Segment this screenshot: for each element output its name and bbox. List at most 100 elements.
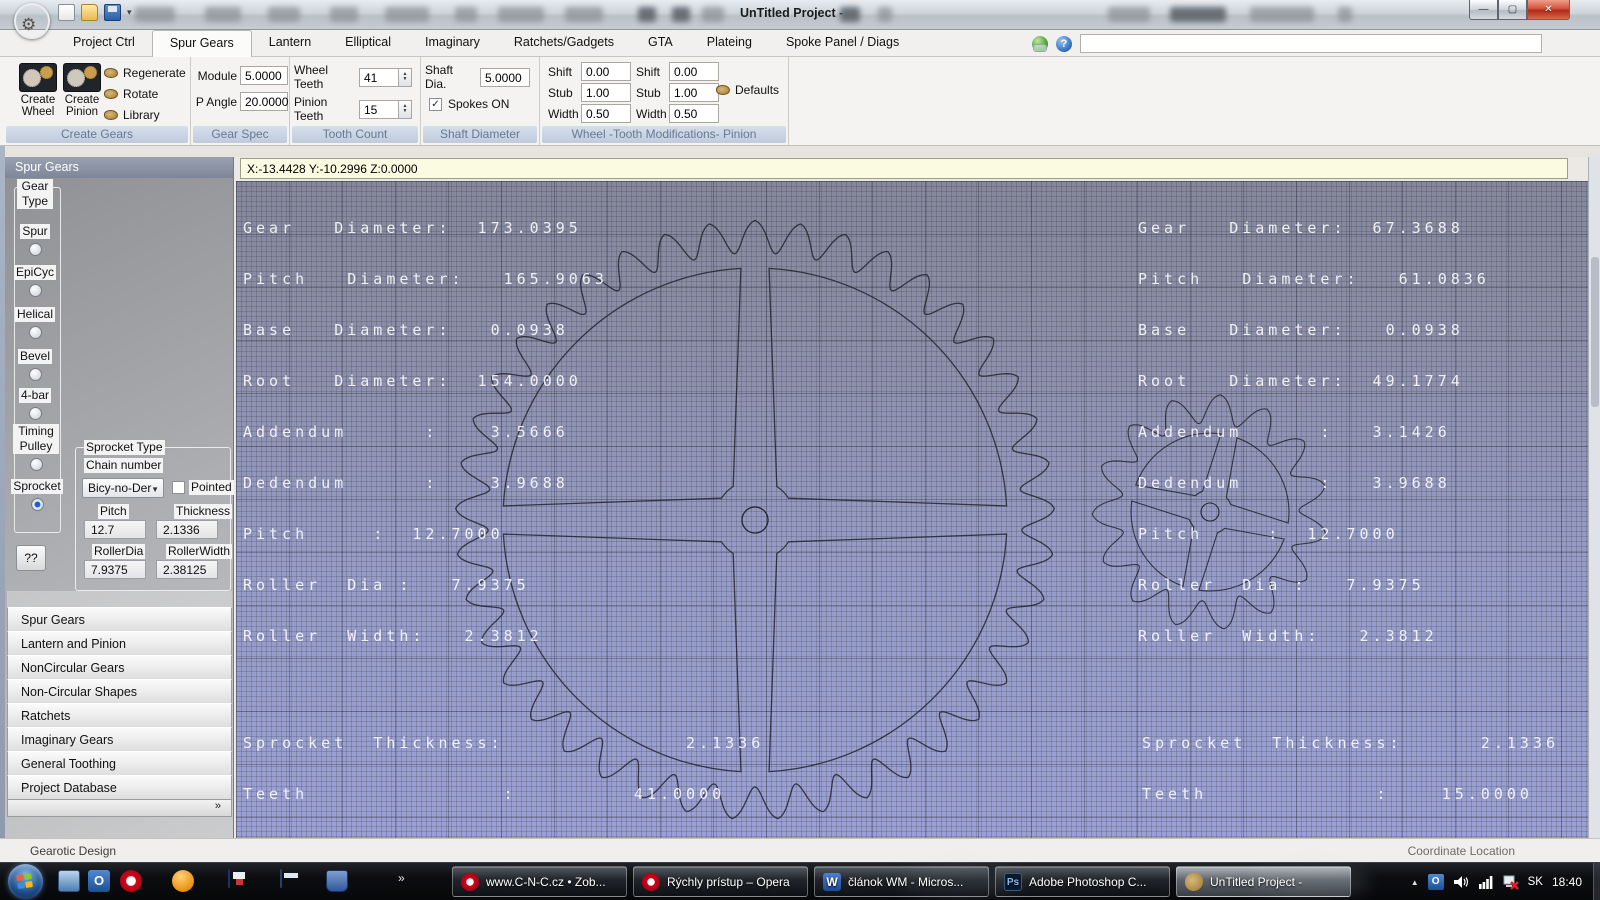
pointed-checkbox[interactable] xyxy=(172,481,185,494)
shaft-dia-field[interactable]: 5.0000 xyxy=(480,68,530,87)
timing-pulley-radio[interactable] xyxy=(30,458,43,471)
speaker-icon[interactable] xyxy=(1453,874,1469,890)
wheel-stub-field[interactable]: 1.00 xyxy=(581,83,631,102)
redacted-toolbar-icon[interactable] xyxy=(672,7,690,22)
redacted-toolbar-item[interactable] xyxy=(330,7,358,22)
sidebar-item-ratchets[interactable]: Ratchets xyxy=(7,703,232,728)
sidebar-item-non-circular-shapes[interactable]: Non-Circular Shapes xyxy=(7,679,232,704)
signal-bars-icon[interactable] xyxy=(1478,874,1494,890)
redacted-toolbar-item[interactable] xyxy=(1170,7,1226,22)
taskbar-button-photoshop[interactable]: PsAdobe Photoshop C... xyxy=(995,866,1170,897)
tab-spur-gears[interactable]: Spur Gears xyxy=(152,30,252,57)
redacted-toolbar-icon[interactable] xyxy=(840,7,860,22)
redacted-toolbar-icon[interactable] xyxy=(638,7,656,22)
help-icon[interactable]: ? xyxy=(1056,36,1072,52)
gear-type-option-4bar[interactable]: 4-bar xyxy=(5,386,65,420)
helical-radio[interactable] xyxy=(29,326,42,339)
close-button[interactable]: ✕ xyxy=(1527,0,1570,20)
sidebar-item-spur-gears[interactable]: Spur Gears xyxy=(7,607,232,632)
orange-app-icon[interactable] xyxy=(172,870,194,892)
redacted-toolbar-item[interactable] xyxy=(135,7,175,22)
wheel-width-field[interactable]: 0.50 xyxy=(581,104,631,123)
redacted-toolbar-item[interactable] xyxy=(1108,7,1150,22)
redacted-toolbar-item[interactable] xyxy=(205,7,241,22)
gear-type-option-epicyc[interactable]: EpiCyc xyxy=(5,263,65,297)
sprocket-radio[interactable] xyxy=(31,498,44,511)
rollerdia-value[interactable]: 7.9375 xyxy=(84,560,146,579)
tab-spoke-panel-diags[interactable]: Spoke Panel / Diags xyxy=(769,30,916,57)
show-desktop-button[interactable] xyxy=(1593,863,1600,900)
pinion-shift-field[interactable]: 0.00 xyxy=(669,62,719,81)
desktop-icon[interactable] xyxy=(58,870,80,892)
rotate-button[interactable]: Rotate xyxy=(104,83,186,104)
sidebar-item-noncircular-gears[interactable]: NonCircular Gears xyxy=(7,655,232,680)
taskbar-button-cnc[interactable]: www.C-N-C.cz • Zob... xyxy=(452,866,627,897)
pinion-width-field[interactable]: 0.50 xyxy=(669,104,719,123)
pinion-teeth-spinner[interactable]: ▲▼ xyxy=(399,100,412,119)
drawing-canvas[interactable]: Gear Diameter: 173.0395 Pitch Diameter: … xyxy=(236,181,1588,838)
bevel-radio[interactable] xyxy=(29,368,42,381)
tray-expand-icon[interactable]: ▲ xyxy=(1411,878,1419,887)
epicyc-radio[interactable] xyxy=(29,284,42,297)
quicklaunch-overflow-chevron[interactable]: » xyxy=(398,871,405,885)
redacted-toolbar-item[interactable] xyxy=(1338,7,1352,22)
canvas-scrollbar[interactable] xyxy=(1588,157,1600,838)
minimize-button[interactable]: — xyxy=(1469,0,1498,20)
tab-plateing[interactable]: Plateing xyxy=(690,30,769,57)
spokes-on-checkbox[interactable]: ✓ xyxy=(429,98,442,111)
quick-access-dropdown-icon[interactable]: ▾ xyxy=(127,7,132,18)
tab-lantern[interactable]: Lantern xyxy=(252,30,328,57)
tab-ratchets-gadgets[interactable]: Ratchets/Gadgets xyxy=(497,30,631,57)
gear-type-option-timing-pulley[interactable]: Timing Pulley xyxy=(5,424,67,471)
library-button[interactable]: Library xyxy=(104,104,186,125)
spur-radio[interactable] xyxy=(29,243,42,256)
ribbon-text-input[interactable] xyxy=(1080,34,1542,53)
web-link-icon[interactable] xyxy=(1032,36,1048,52)
regenerate-button[interactable]: Regenerate xyxy=(104,62,186,83)
open-folder-icon[interactable] xyxy=(81,4,98,21)
taskbar-button-gearotic[interactable]: UnTitled Project - xyxy=(1176,866,1351,897)
save-icon[interactable] xyxy=(104,4,121,21)
chain-number-dropdown[interactable]: Bicy-no-Der▼ xyxy=(82,478,164,498)
defaults-button[interactable]: Defaults xyxy=(716,83,779,97)
outlook-tray-icon[interactable]: O xyxy=(1428,874,1444,890)
pinion-teeth-field[interactable]: 15 xyxy=(359,100,399,119)
redacted-toolbar-item[interactable] xyxy=(455,7,477,22)
calculator-icon[interactable] xyxy=(280,869,282,888)
pinion-stub-field[interactable]: 1.00 xyxy=(669,83,719,102)
thickness-value[interactable]: 2.1336 xyxy=(156,520,218,539)
create-wheel-button[interactable]: Create Wheel xyxy=(16,63,60,118)
pointed-option[interactable]: Pointed xyxy=(172,480,234,495)
gear-type-option-spur[interactable]: Spur xyxy=(5,222,65,256)
gear-type-option-helical[interactable]: Helical xyxy=(5,305,65,339)
tab-project-ctrl[interactable]: Project Ctrl xyxy=(56,30,152,57)
redacted-toolbar-icon[interactable] xyxy=(878,7,892,22)
sidebar-item-project-database[interactable]: Project Database xyxy=(7,775,232,800)
p-angle-field[interactable]: 20.0000 xyxy=(240,92,288,111)
redacted-toolbar-item[interactable] xyxy=(1250,7,1314,22)
redacted-toolbar-icon[interactable] xyxy=(702,7,724,22)
sidebar-item-lantern-and-pinion[interactable]: Lantern and Pinion xyxy=(7,631,232,656)
pitch-value[interactable]: 12.7 xyxy=(84,520,146,539)
gear-type-option-sprocket[interactable]: Sprocket xyxy=(5,477,69,511)
module-field[interactable]: 5.0000 xyxy=(240,66,288,85)
sidebar-item-imaginary-gears[interactable]: Imaginary Gears xyxy=(7,727,232,752)
opera-icon[interactable] xyxy=(120,870,142,892)
create-pinion-button[interactable]: Create Pinion xyxy=(60,63,104,118)
wheel-shift-field[interactable]: 0.00 xyxy=(581,62,631,81)
rollerwidth-value[interactable]: 2.38125 xyxy=(156,560,218,579)
redacted-toolbar-item[interactable] xyxy=(268,7,300,22)
help-button[interactable]: ?? xyxy=(16,545,46,571)
clock[interactable]: 18:40 xyxy=(1552,875,1592,889)
gear-type-option-bevel[interactable]: Bevel xyxy=(5,347,65,381)
tab-imaginary[interactable]: Imaginary xyxy=(408,30,497,57)
new-document-icon[interactable] xyxy=(58,4,75,21)
scrollbar-thumb[interactable] xyxy=(1591,257,1599,407)
usb-icon[interactable] xyxy=(326,870,348,892)
4bar-radio[interactable] xyxy=(29,407,42,420)
wheel-teeth-spinner[interactable]: ▲▼ xyxy=(399,68,412,87)
network-disconnected-icon[interactable] xyxy=(1503,874,1519,890)
start-button[interactable] xyxy=(8,864,43,899)
redacted-toolbar-item[interactable] xyxy=(385,7,429,22)
redacted-toolbar-item[interactable] xyxy=(498,7,544,22)
